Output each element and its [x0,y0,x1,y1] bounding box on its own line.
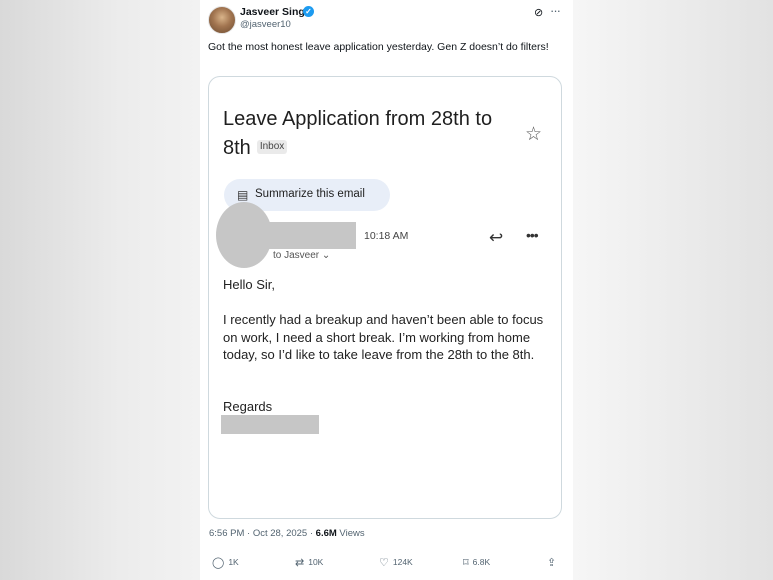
email-screenshot[interactable]: Leave Application from 28th to 8th Inbox … [208,76,562,519]
bookmark-icon: ⌑ [463,557,469,569]
like-count: 124K [392,557,413,567]
email-more-icon[interactable]: ••• [526,227,539,243]
inbox-badge: Inbox [256,139,288,154]
author-name[interactable]: Jasveer Singh [240,6,311,18]
share-button[interactable]: ⇪ [547,556,556,569]
repost-count: 10K [308,557,324,567]
email-closing: Regards [223,399,273,414]
grok-icon[interactable]: ⊘ [534,6,543,19]
background-blur-right [573,0,773,580]
tweet-card: Jasveer Singh ✓ @jasveer10 ⊘ ··· Got the… [200,0,573,580]
tweet-text: Got the most honest leave application ye… [208,41,549,53]
bookmark-count: 6.8K [472,557,491,567]
reply-arrow-icon[interactable]: ↩ [489,228,503,248]
email-body: I recently had a breakup and haven’t bee… [223,312,544,362]
email-time: 10:18 AM [364,230,409,242]
email-subject: Leave Application from 28th to 8th Inbox [223,105,513,163]
repost-button[interactable]: ⇄ 10K [295,556,323,569]
redacted-signature [221,415,319,434]
views-label: Views [336,528,365,539]
heart-icon: ♡ [379,557,389,569]
author-avatar[interactable] [208,6,236,34]
redacted-sender-avatar [216,202,272,268]
repost-icon: ⇄ [295,557,305,569]
reply-icon: ◯ [212,557,225,569]
more-options-icon[interactable]: ··· [550,3,561,18]
reply-count: 1K [228,557,239,567]
views-count: 6.6M [315,528,337,539]
author-handle[interactable]: @jasveer10 [240,19,291,30]
summarize-icon: ▤ [237,188,249,202]
star-icon[interactable]: ☆ [525,123,542,146]
background-blur-left [0,0,200,580]
email-greeting: Hello Sir, [223,277,276,292]
tweet-meta: 6:56 PM · Oct 28, 2025 · 6.6M Views [209,528,365,539]
like-button[interactable]: ♡ 124K [379,556,413,569]
verified-badge-icon: ✓ [303,6,314,17]
tweet-actions: ◯ 1K ⇄ 10K ♡ 124K ⌑ 6.8K ⇪ [200,556,573,574]
reply-button[interactable]: ◯ 1K [212,556,239,569]
recipient-line[interactable]: to Jasveer ⌄ [273,250,330,261]
tweet-timestamp[interactable]: 6:56 PM · Oct 28, 2025 · [209,528,316,539]
summarize-label: Summarize this email [255,188,365,200]
share-icon: ⇪ [547,557,557,569]
bookmark-button[interactable]: ⌑ 6.8K [463,556,490,569]
